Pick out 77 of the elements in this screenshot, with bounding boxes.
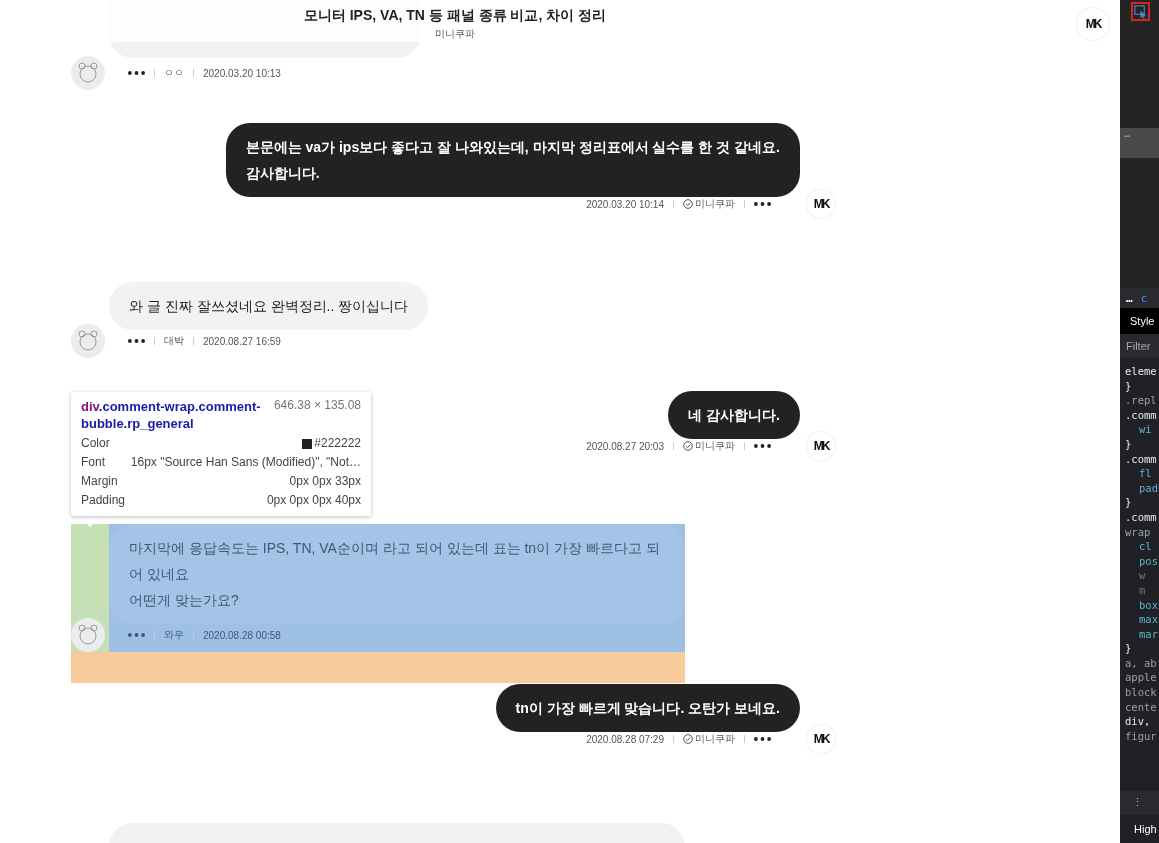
css-code-line: } (1125, 642, 1132, 655)
css-code-line: figur (1125, 729, 1157, 742)
author-avatar[interactable]: MK (807, 725, 835, 753)
css-code-line: div, (1125, 715, 1151, 728)
comment-text: 마지막에 응답속도는 IPS, TN, VA순이며 라고 되어 있는데 표는 tn이 가장 빠르다고 되어 있네요 어떤게 맞는가요? (129, 540, 660, 608)
blog-logo[interactable]: MK (1077, 8, 1109, 40)
css-code-line: m (1139, 583, 1146, 596)
css-code-line: pos (1139, 554, 1158, 567)
comment-date: 2020.03.20 10:13 (203, 67, 281, 79)
commenter-name: 와우 (164, 628, 184, 642)
css-code-line: .comm (1125, 408, 1157, 421)
element-size: 646.38 × 135.08 (273, 398, 361, 414)
dom-node-row[interactable]: … (1124, 128, 1131, 139)
more-icon[interactable] (754, 737, 771, 741)
element-selector: div.comment-wrap.comment-bubble.rp_general (81, 398, 262, 432)
css-code-line: pad (1139, 481, 1158, 494)
post-title: 모니터 IPS, VA, TN 등 패널 종류 비교, 차이 정리 (303, 7, 607, 25)
css-code-line: eleme (1125, 365, 1157, 377)
css-code-line: .comm (1125, 510, 1157, 523)
css-code-line: cente (1125, 700, 1157, 713)
css-code-line: w (1139, 569, 1146, 582)
comment-date: 2020.08.27 16:59 (203, 335, 281, 347)
css-code-line: box (1139, 598, 1158, 611)
css-code-line: cl (1139, 540, 1152, 553)
css-code-line: a, ab (1125, 656, 1157, 669)
avatar-icon[interactable] (71, 56, 105, 90)
reply-date: 2020.08.27 20:03 (586, 440, 664, 452)
property-value: 16px "Source Han Sans (Modified)", "Not… (130, 454, 361, 471)
css-code-line: max (1139, 613, 1158, 626)
more-icon[interactable] (128, 71, 145, 75)
reply-date: 2020.08.28 07:29 (586, 733, 664, 745)
css-code-line: block (1125, 686, 1157, 699)
more-icon[interactable] (754, 444, 771, 448)
css-code-line: apple (1125, 671, 1157, 684)
css-code-line: .repl (1125, 394, 1157, 407)
css-code-line: } (1125, 437, 1132, 450)
commenter-name: ㅇㅇ (164, 66, 184, 80)
css-code-line: .comm (1125, 452, 1157, 465)
author-name: 미니쿠파 (695, 732, 735, 746)
check-circle-icon (683, 441, 693, 451)
property-value: 0px 0px 0px 40px (266, 492, 361, 509)
more-icon[interactable] (754, 202, 771, 206)
filter-field[interactable]: Filter (1120, 334, 1159, 358)
author-name: 미니쿠파 (695, 439, 735, 453)
author-name: 미니쿠파 (695, 197, 735, 211)
property-label: Margin (81, 473, 118, 490)
check-circle-icon (683, 199, 693, 209)
property-value: #222222 (314, 435, 361, 452)
comment-date: 2020.08.28 00:58 (203, 629, 281, 641)
commenter-name: 대박 (164, 334, 184, 348)
reply-date: 2020.03.20 10:14 (586, 198, 664, 210)
breadcrumb-item[interactable]: … (1126, 291, 1133, 305)
property-value: 0px 0px 33px (289, 473, 361, 490)
property-label: Color (81, 435, 110, 452)
property-label: Font (81, 454, 105, 471)
css-code-line: wi (1139, 423, 1152, 436)
check-circle-icon (683, 734, 693, 744)
color-swatch (302, 438, 313, 449)
blog-name: 미니쿠파 (434, 27, 476, 41)
avatar-icon[interactable] (71, 324, 105, 358)
css-code-line: wrap (1125, 525, 1151, 538)
comment-text: 와 글 진짜 잘쓰셨네요 완벽정리.. 짱이십니다 (129, 298, 409, 314)
reply-text: tn이 가장 빠르게 맞습니다. 오탄가 보네요. (515, 700, 780, 716)
inspect-icon[interactable] (1131, 2, 1150, 21)
property-label: Padding (81, 492, 126, 509)
reply-text: 본문에는 va가 ips보다 좋다고 잘 나와있는데, 마지막 정리표에서 실수를 한 것 같네요. 감사합니다. (245, 139, 780, 181)
breadcrumb-item[interactable]: c (1140, 291, 1148, 305)
css-code-line: } (1125, 379, 1132, 392)
author-avatar[interactable]: MK (807, 432, 835, 460)
drawer-tab[interactable]: High (1134, 823, 1157, 835)
more-menu-button[interactable]: ⋮ (1132, 796, 1143, 809)
more-icon[interactable] (128, 339, 145, 343)
css-code-line: mar (1139, 627, 1158, 640)
css-code-line: fl (1139, 467, 1152, 480)
author-avatar[interactable]: MK (807, 190, 835, 218)
css-code-line: } (1125, 496, 1132, 509)
reply-text: 네 감사합니다. (688, 407, 780, 423)
